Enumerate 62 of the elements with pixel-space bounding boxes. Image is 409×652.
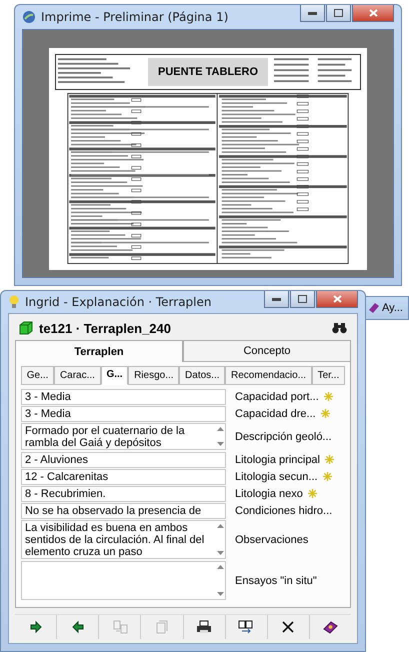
text-area[interactable]: La visibilidad es buena en ambos sentidos de la circulación. Al final del elemento cruza un paso — [21, 520, 216, 559]
globe-icon — [22, 10, 36, 24]
field-label: Litologia principal — [235, 454, 320, 466]
maximize-icon — [298, 295, 307, 303]
text-field[interactable]: No se ha observado la presencia de — [21, 502, 226, 518]
text-field[interactable]: 3 - Media — [21, 388, 226, 404]
document-arrow-icon — [112, 620, 128, 634]
tab[interactable]: Riesgo... — [128, 366, 180, 385]
tab[interactable]: Terraplen — [15, 340, 183, 362]
tab[interactable]: Datos... — [179, 366, 226, 385]
text-field[interactable]: 8 - Recubrimien. — [21, 486, 226, 502]
binoculars-icon[interactable] — [332, 322, 347, 334]
scroll-up-icon[interactable] — [217, 524, 224, 528]
cube-icon — [19, 321, 33, 335]
text-field[interactable]: 3 - Media — [21, 406, 226, 422]
window-title: Ay... — [382, 302, 403, 314]
close-button[interactable] — [352, 5, 394, 22]
left-arrow-icon — [70, 620, 86, 634]
tab[interactable]: Recomendacio... — [225, 366, 312, 385]
record-title: te121 · Terraplen_240 — [39, 320, 171, 336]
close-icon — [332, 295, 342, 303]
right-arrow-icon — [28, 620, 44, 634]
maximize-button[interactable] — [290, 291, 315, 308]
scroll-up-icon[interactable] — [217, 565, 224, 569]
printer-icon — [196, 620, 212, 634]
tab[interactable]: Ge... — [21, 366, 54, 385]
tab[interactable]: Carac... — [54, 366, 101, 385]
minimize-button[interactable] — [264, 291, 289, 308]
close-button[interactable] — [316, 291, 358, 308]
scroll-down-icon[interactable] — [217, 592, 224, 596]
field-label: Litologia secun... — [235, 470, 318, 482]
field-label: Litologia nexo — [235, 488, 303, 500]
window-title: Ingrid - Explanación · Terraplen — [25, 295, 212, 309]
book-icon — [322, 620, 338, 634]
text-field[interactable]: 12 - Calcarenitas — [21, 468, 226, 484]
bulb-icon — [8, 295, 20, 309]
window-title: Imprime - Preliminar (Página 1) — [41, 10, 228, 24]
scroll-down-icon[interactable] — [217, 551, 224, 555]
minimize-icon — [272, 298, 281, 300]
cross-icon — [280, 620, 296, 634]
open-book-icon — [238, 620, 254, 634]
text-field[interactable]: 2 - Aluviones — [21, 452, 226, 468]
tab[interactable]: G... — [100, 366, 128, 385]
maximize-button[interactable] — [326, 5, 351, 22]
scroll-up-icon[interactable] — [217, 427, 224, 431]
document-heading: PUENTE TABLERO — [148, 58, 268, 86]
minimize-icon — [308, 12, 317, 14]
tab[interactable]: Concepto — [183, 340, 351, 362]
minimize-button[interactable] — [300, 5, 325, 22]
maximize-icon — [334, 9, 343, 17]
field-label: Ensayos "in situ" — [235, 574, 317, 586]
tab[interactable]: Ter... — [312, 366, 345, 385]
text-area[interactable]: Formado por el cuaternario de la rambla del Gaiá y depósitos — [21, 423, 216, 450]
field-label: Capacidad dre... — [235, 408, 316, 420]
scroll-down-icon[interactable] — [217, 442, 224, 446]
field-label: Condiciones hidro... — [235, 504, 332, 516]
field-label: Observaciones — [235, 534, 308, 546]
book-icon — [368, 302, 380, 314]
field-label: Descripción geoló... — [235, 430, 332, 442]
copy-icon — [154, 620, 170, 634]
field-label: Capacidad port... — [235, 390, 319, 402]
close-icon — [368, 9, 378, 17]
